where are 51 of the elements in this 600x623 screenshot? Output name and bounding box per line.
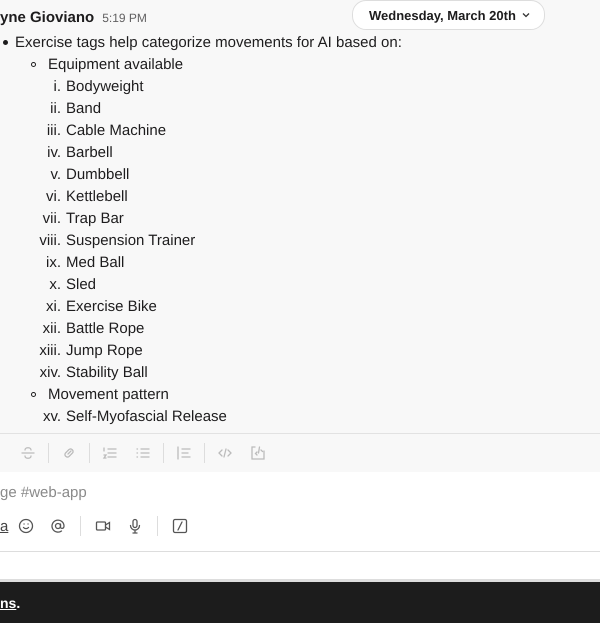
list-item: Kettlebell bbox=[66, 188, 128, 204]
list-item: Exercise Bike bbox=[66, 298, 157, 314]
numbered-list-icon[interactable] bbox=[102, 445, 118, 461]
list-item: Sled bbox=[66, 276, 96, 292]
slash-command-icon[interactable] bbox=[172, 518, 188, 534]
list-number: vii. bbox=[42, 210, 62, 226]
blockquote-icon[interactable] bbox=[176, 445, 192, 461]
list-number: ii. bbox=[49, 100, 62, 116]
message-input[interactable]: ge #web-app bbox=[0, 484, 300, 501]
list-number: iv. bbox=[46, 144, 62, 160]
list-number: xi. bbox=[45, 298, 62, 314]
banner-link[interactable]: ns bbox=[0, 594, 16, 610]
bullet-icon bbox=[31, 392, 36, 396]
list-item: Cable Machine bbox=[66, 122, 166, 138]
strikethrough-icon[interactable] bbox=[20, 445, 36, 461]
list-number: xv. bbox=[42, 408, 62, 424]
emoji-icon[interactable] bbox=[18, 518, 34, 534]
author-name[interactable]: yne Gioviano bbox=[0, 9, 94, 26]
list-item: Suspension Trainer bbox=[66, 232, 196, 248]
text-format-button[interactable]: a bbox=[0, 518, 8, 534]
list-number: i. bbox=[52, 78, 62, 94]
list-item: Bodyweight bbox=[66, 78, 144, 94]
code-block-icon[interactable] bbox=[250, 445, 266, 461]
chevron-down-icon bbox=[522, 12, 530, 18]
list-item: Stability Ball bbox=[66, 364, 148, 380]
list-item: Barbell bbox=[66, 144, 113, 160]
list-item: Band bbox=[66, 100, 102, 116]
message-text: Exercise tags help categorize movements for AI based on: bbox=[15, 34, 402, 50]
list-number: xii. bbox=[42, 320, 62, 336]
list-item: Movement pattern bbox=[48, 386, 169, 402]
list-number: viii. bbox=[38, 232, 62, 248]
bullet-icon bbox=[3, 40, 8, 44]
list-item: Trap Bar bbox=[66, 210, 124, 226]
list-item: Self-Myofascial Release bbox=[66, 408, 227, 424]
list-number: xiv. bbox=[38, 364, 62, 380]
list-number: x. bbox=[48, 276, 62, 292]
list-item: Med Ball bbox=[66, 254, 124, 270]
list-item: Equipment available bbox=[48, 56, 184, 72]
list-number: iii. bbox=[46, 122, 62, 138]
message-time[interactable]: 5:19 PM bbox=[102, 11, 147, 25]
list-item: Jump Rope bbox=[66, 342, 143, 358]
list-item: Battle Rope bbox=[66, 320, 144, 336]
date-pill[interactable]: Wednesday, March 20th bbox=[352, 0, 545, 30]
bullet-icon bbox=[31, 62, 36, 66]
banner-text: . bbox=[16, 594, 20, 610]
list-item: Dumbbell bbox=[66, 166, 130, 182]
list-number: xiii. bbox=[38, 342, 62, 358]
list-number: v. bbox=[49, 166, 62, 182]
list-number: vi. bbox=[45, 188, 62, 204]
mention-icon[interactable] bbox=[50, 518, 66, 534]
list-number: ix. bbox=[45, 254, 62, 270]
